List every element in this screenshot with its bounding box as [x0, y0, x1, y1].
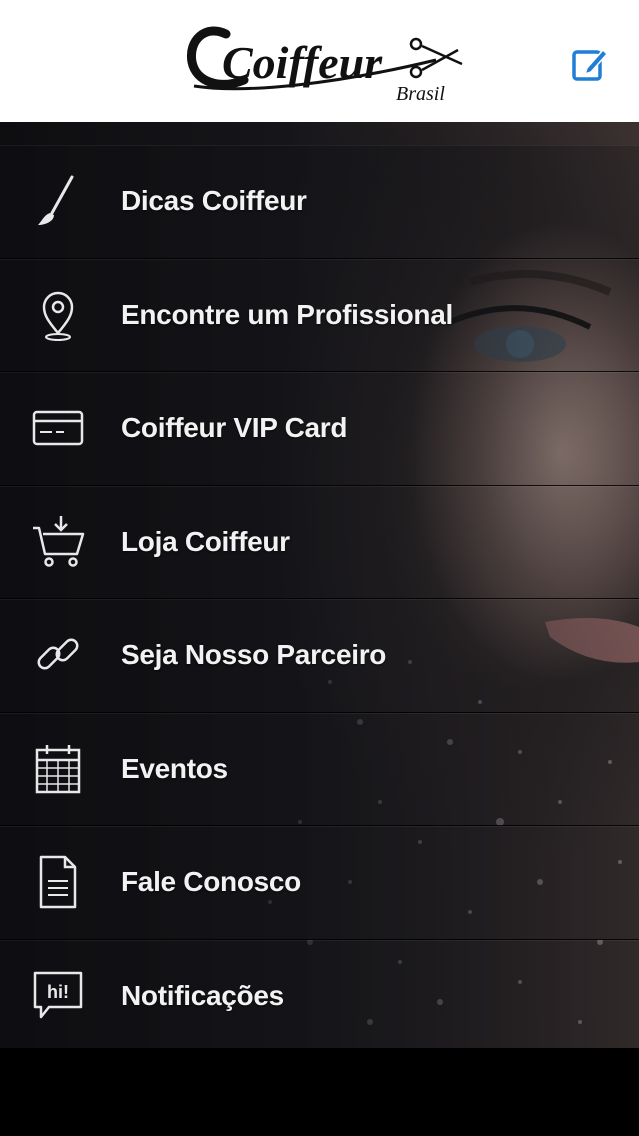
menu-item-fale-conosco[interactable]: Fale Conosco: [0, 826, 639, 940]
logo-wordmark: Coiffeur: [222, 37, 383, 88]
coiffeur-brasil-logo: Coiffeur Brasil: [186, 20, 466, 104]
scissors-icon: [409, 37, 463, 79]
menu-item-notificacoes[interactable]: hi! Notificações: [0, 939, 639, 1053]
bottom-bar: [0, 1048, 639, 1136]
edit-button[interactable]: [569, 44, 609, 84]
main-menu: Dicas Coiffeur Encontre um Profissional …: [0, 145, 639, 1053]
paintbrush-icon: [30, 173, 86, 229]
edit-icon: [572, 48, 609, 81]
menu-item-vip-card[interactable]: Coiffeur VIP Card: [0, 372, 639, 486]
chat-bubble-icon: hi!: [30, 968, 86, 1024]
menu-item-label: Fale Conosco: [121, 866, 301, 898]
menu-item-eventos[interactable]: Eventos: [0, 712, 639, 826]
hi-text: hi!: [47, 982, 69, 1002]
menu-item-encontre-profissional[interactable]: Encontre um Profissional: [0, 258, 639, 372]
document-icon: [30, 854, 86, 910]
menu-item-label: Notificações: [121, 979, 284, 1011]
logo-subtitle: Brasil: [396, 83, 445, 104]
menu-item-label: Loja Coiffeur: [121, 525, 290, 557]
shopping-cart-icon: [30, 514, 86, 570]
menu-item-label: Encontre um Profissional: [121, 298, 453, 330]
menu-item-parceiro[interactable]: Seja Nosso Parceiro: [0, 599, 639, 713]
app-header: Coiffeur Brasil: [0, 0, 639, 122]
map-pin-icon: [30, 287, 86, 343]
credit-card-icon: [30, 400, 86, 456]
menu-item-label: Eventos: [121, 752, 228, 784]
menu-item-label: Coiffeur VIP Card: [121, 412, 348, 444]
menu-item-label: Dicas Coiffeur: [121, 185, 307, 217]
menu-item-dicas-coiffeur[interactable]: Dicas Coiffeur: [0, 145, 639, 259]
calendar-icon: [30, 741, 86, 797]
menu-item-loja[interactable]: Loja Coiffeur: [0, 485, 639, 599]
menu-item-label: Seja Nosso Parceiro: [121, 639, 387, 671]
link-icon: [30, 627, 86, 683]
